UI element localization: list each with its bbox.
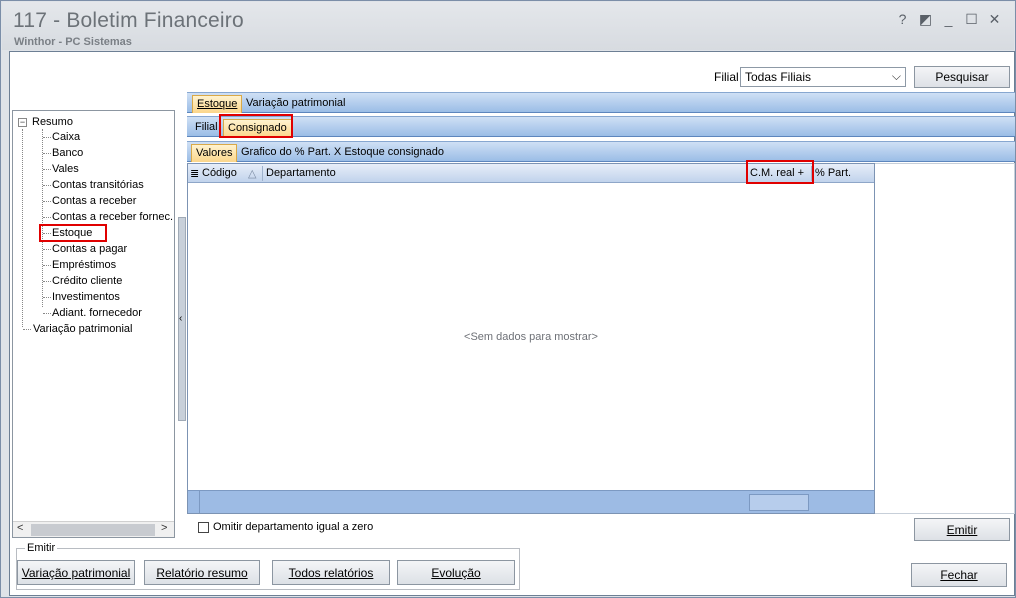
footer-indicator-cell bbox=[188, 491, 200, 513]
tree-item-investimentos[interactable]: Investimentos bbox=[52, 291, 120, 303]
todos-relatorios-button-label: Todos relatórios bbox=[288, 565, 374, 580]
tab-valores[interactable]: Valores bbox=[191, 144, 238, 162]
tree-connector bbox=[43, 249, 51, 250]
variacao-patrimonial-button-label: Variação patrimonial bbox=[21, 565, 131, 580]
sub-tabs: Filial Consignado bbox=[187, 116, 1015, 137]
scrollbar-thumb[interactable] bbox=[31, 524, 155, 536]
data-grid: ≣ Código △ Departamento C.M. real + % Pa… bbox=[187, 163, 875, 514]
omit-zero-option[interactable]: Omitir departamento igual a zero bbox=[198, 521, 373, 533]
sort-icon: △ bbox=[248, 168, 257, 180]
tree-item-adiant-fornecedor[interactable]: Adiant. fornecedor bbox=[52, 307, 142, 319]
tree-connector bbox=[43, 169, 51, 170]
tree-horizontal-scrollbar[interactable]: < > bbox=[13, 521, 174, 537]
scroll-right-icon[interactable]: > bbox=[161, 522, 167, 534]
variacao-patrimonial-button[interactable]: Variação patrimonial bbox=[17, 560, 135, 585]
view-tabs: Valores Grafico do % Part. X Estoque con… bbox=[187, 141, 1015, 162]
evolucao-button[interactable]: Evolução bbox=[397, 560, 515, 585]
grid-footer bbox=[188, 490, 874, 513]
tree-item-contas-a-receber[interactable]: Contas a receber bbox=[52, 195, 136, 207]
collapse-icon[interactable]: − bbox=[18, 118, 27, 127]
fechar-button-label: Fechar bbox=[940, 568, 978, 582]
tree-item-emprestimos[interactable]: Empréstimos bbox=[52, 259, 116, 271]
tree-connector bbox=[43, 153, 51, 154]
minimize-icon[interactable]: _ bbox=[937, 9, 960, 29]
tree-item-contas-a-receber-fornec[interactable]: Contas a receber fornec. bbox=[52, 211, 173, 223]
tab-estoque[interactable]: Estoque bbox=[192, 95, 243, 113]
column-header-departamento[interactable]: Departamento bbox=[266, 167, 336, 179]
maximize-icon[interactable]: ☐ bbox=[960, 9, 983, 29]
window-title: 117 - Boletim Financeiro bbox=[13, 9, 244, 32]
column-header-percent-part[interactable]: % Part. bbox=[815, 167, 851, 179]
tree-connector bbox=[43, 297, 51, 298]
column-header-codigo[interactable]: Código bbox=[202, 167, 237, 179]
tree-item-caixa[interactable]: Caixa bbox=[52, 131, 80, 143]
tree-item-contas-a-pagar[interactable]: Contas a pagar bbox=[52, 243, 127, 255]
todos-relatorios-button[interactable]: Todos relatórios bbox=[272, 560, 390, 585]
grid-empty-area bbox=[875, 163, 1015, 514]
tree-connector bbox=[43, 201, 51, 202]
highlight-consignado bbox=[219, 114, 293, 138]
help-icon[interactable]: ? bbox=[891, 9, 914, 29]
fechar-button[interactable]: Fechar bbox=[911, 563, 1007, 587]
tab-estoque-label: Estoque bbox=[197, 98, 238, 110]
filial-label: Filial bbox=[714, 70, 739, 84]
empty-grid-message: <Sem dados para mostrar> bbox=[464, 331, 598, 343]
search-button[interactable]: Pesquisar bbox=[914, 66, 1010, 88]
tab-filial[interactable]: Filial bbox=[191, 119, 222, 137]
emitir-button[interactable]: Emitir bbox=[914, 518, 1010, 541]
tree-item-banco[interactable]: Banco bbox=[52, 147, 83, 159]
restore-layout-icon[interactable]: ◩ bbox=[914, 9, 937, 29]
tree-connector bbox=[43, 185, 51, 186]
tree-connector bbox=[43, 265, 51, 266]
footer-summary-cell bbox=[749, 494, 809, 511]
panel-splitter[interactable]: ‹ bbox=[178, 217, 186, 421]
main-tabs: Estoque Variação patrimonial bbox=[187, 92, 1015, 113]
close-icon[interactable]: ✕ bbox=[983, 9, 1006, 29]
emitir-button-label: Emitir bbox=[946, 522, 978, 537]
emitir-group-label: Emitir bbox=[25, 542, 58, 554]
filial-select[interactable]: Todas Filiais ⌵ bbox=[740, 67, 906, 87]
relatorio-resumo-button[interactable]: Relatório resumo bbox=[144, 560, 260, 585]
chevron-down-icon: ⌵ bbox=[891, 69, 901, 83]
tree-item-credito-cliente[interactable]: Crédito cliente bbox=[52, 275, 122, 287]
tree-connector bbox=[43, 137, 51, 138]
tree-connector bbox=[43, 313, 51, 314]
tree-item-variacao-patrimonial[interactable]: Variação patrimonial bbox=[33, 323, 132, 335]
relatorio-resumo-button-label: Relatório resumo bbox=[156, 565, 248, 580]
title-bar: 117 - Boletim Financeiro Winthor - PC Si… bbox=[2, 2, 1014, 50]
highlight-estoque bbox=[39, 224, 107, 242]
highlight-cm-real bbox=[746, 160, 814, 184]
omit-zero-label: Omitir departamento igual a zero bbox=[213, 521, 374, 533]
row-indicator-icon: ≣ bbox=[190, 168, 200, 180]
evolucao-button-label: Evolução bbox=[431, 565, 481, 580]
navigation-tree: − Resumo Caixa Banco Vales Contas transi… bbox=[12, 110, 175, 538]
collapse-panel-icon[interactable]: ‹ bbox=[179, 313, 182, 324]
tree-item-resumo[interactable]: Resumo bbox=[32, 116, 73, 128]
tree-connector bbox=[23, 329, 31, 330]
app-window: 117 - Boletim Financeiro Winthor - PC Si… bbox=[0, 0, 1016, 598]
tree-connector bbox=[43, 281, 51, 282]
tree-connector bbox=[43, 217, 51, 218]
omit-zero-checkbox[interactable] bbox=[198, 521, 209, 533]
scroll-left-icon[interactable]: < bbox=[17, 522, 23, 534]
tab-variacao-patrimonial[interactable]: Variação patrimonial bbox=[242, 95, 349, 113]
filial-select-value: Todas Filiais bbox=[745, 70, 812, 84]
tree-guide-line bbox=[22, 129, 23, 327]
window-controls: ? ◩ _ ☐ ✕ bbox=[891, 9, 1006, 29]
window-subtitle: Winthor - PC Sistemas bbox=[14, 36, 132, 48]
main-content: Filial Todas Filiais ⌵ Pesquisar − Resum… bbox=[9, 51, 1015, 596]
tree-item-vales[interactable]: Vales bbox=[52, 163, 79, 175]
column-separator bbox=[262, 166, 263, 181]
tree-item-contas-transitorias[interactable]: Contas transitórias bbox=[52, 179, 144, 191]
tab-grafico[interactable]: Grafico do % Part. X Estoque consignado bbox=[237, 144, 448, 162]
